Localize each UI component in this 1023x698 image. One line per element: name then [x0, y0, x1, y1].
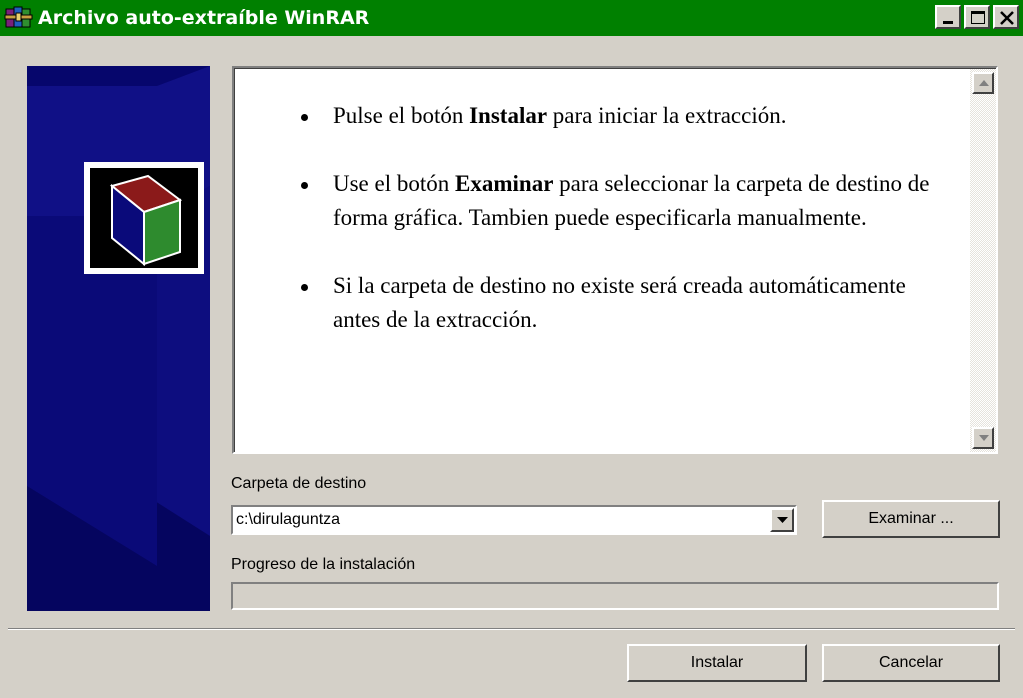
install-button[interactable]: Instalar: [627, 644, 807, 682]
bullet-icon: [301, 182, 308, 189]
vertical-scrollbar[interactable]: [970, 69, 996, 452]
banner-background: [27, 66, 210, 611]
scroll-down-button[interactable]: [972, 427, 994, 449]
destination-path-input[interactable]: c:\dirulaguntza: [236, 511, 340, 529]
title-bar[interactable]: Archivo auto-extraíble WinRAR: [0, 0, 1023, 36]
scroll-up-button[interactable]: [972, 72, 994, 94]
instruction-item: Si la carpeta de destino no existe será …: [291, 269, 951, 337]
arrow-down-icon: [979, 435, 989, 441]
side-banner: [27, 66, 210, 611]
destination-dropdown-button[interactable]: [770, 508, 794, 532]
bullet-icon: [301, 284, 308, 291]
instruction-item: Pulse el botón Instalar para iniciar la …: [291, 99, 951, 133]
instruction-item: Use el botón Examinar para seleccionar l…: [291, 167, 951, 235]
close-button[interactable]: [993, 5, 1019, 29]
destination-combobox[interactable]: c:\dirulaguntza: [231, 505, 797, 535]
window-title: Archivo auto-extraíble WinRAR: [38, 7, 370, 29]
progress-label: Progreso de la instalación: [231, 556, 416, 573]
cancel-button[interactable]: Cancelar: [822, 644, 1000, 682]
bullet-icon: [301, 114, 308, 121]
arrow-up-icon: [979, 80, 989, 86]
instructions-panel: Pulse el botón Instalar para iniciar la …: [232, 66, 998, 454]
installation-progress-bar: [231, 582, 999, 610]
instructions-list: Pulse el botón Instalar para iniciar la …: [291, 99, 951, 371]
winrar-books-icon[interactable]: [4, 3, 36, 33]
close-icon: [1000, 11, 1014, 25]
winrar-logo-frame: [84, 162, 204, 274]
minimize-button[interactable]: [935, 5, 961, 29]
maximize-icon: [971, 11, 985, 24]
destination-label: Carpeta de destino: [231, 475, 367, 492]
window-controls: [935, 5, 1019, 29]
browse-button[interactable]: Examinar ...: [822, 500, 1000, 538]
winrar-box-logo: [90, 168, 198, 268]
footer-separator: [8, 628, 1015, 630]
chevron-down-icon: [777, 517, 788, 523]
minimize-icon: [943, 21, 953, 24]
maximize-button[interactable]: [964, 5, 990, 29]
